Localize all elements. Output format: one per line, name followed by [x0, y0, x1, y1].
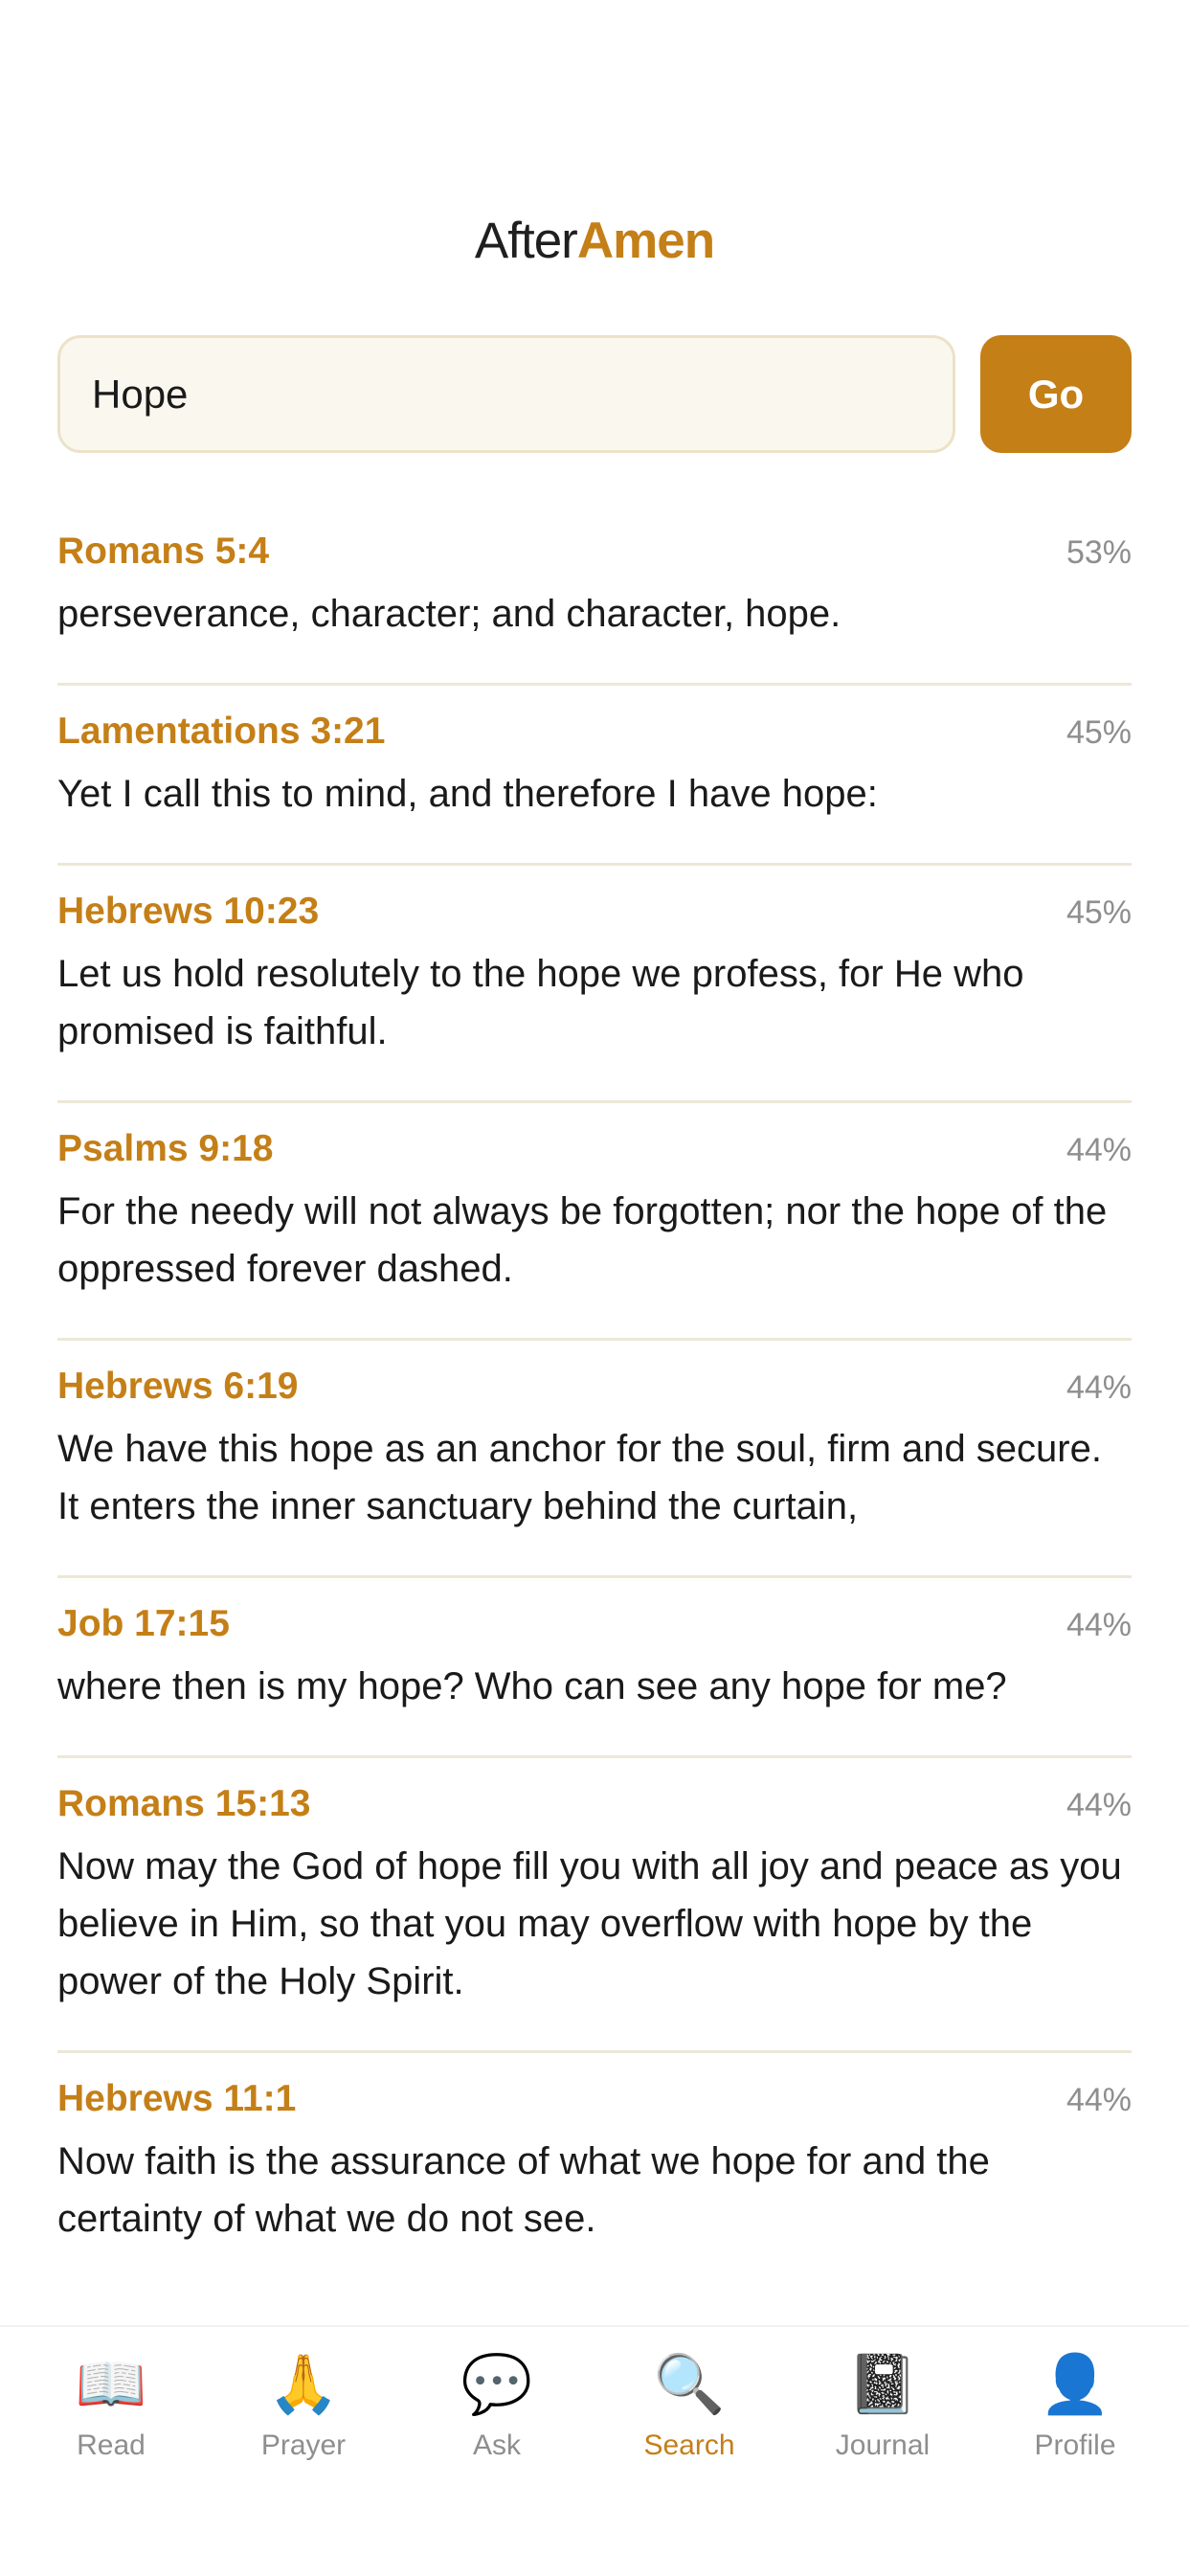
verse-text: Let us hold resolutely to the hope we pr…: [57, 953, 1024, 1052]
verse-text: where then is my hope? Who can see any h…: [57, 1665, 1007, 1707]
result-item[interactable]: Psalms 9:18 44% For the needy will not a…: [57, 1103, 1132, 1341]
match-score: 44%: [1066, 1787, 1132, 1823]
result-item[interactable]: Romans 15:13 44% Now may the God of hope…: [57, 1758, 1132, 2053]
app-logo: AfterAmen: [0, 213, 1189, 270]
result-item[interactable]: Lamentations 3:21 45% Yet I call this to…: [57, 686, 1132, 866]
speech-bubble-icon: 💬: [460, 2352, 533, 2416]
brand-amen-text: Amen: [576, 213, 715, 269]
match-score: 44%: [1066, 1369, 1132, 1406]
result-item[interactable]: Romans 5:4 53% perseverance, character; …: [57, 506, 1132, 686]
verse-reference: Psalms 9:18: [57, 1128, 274, 1169]
tab-search[interactable]: 🔍 Search: [613, 2346, 766, 2465]
bottom-tab-bar: 📖 Read 🙏 Prayer 💬 Ask 🔍 Search 📓 Journal…: [0, 2325, 1189, 2576]
tab-label: Search: [643, 2429, 735, 2461]
open-book-icon: 📖: [75, 2352, 147, 2416]
verse-reference: Lamentations 3:21: [57, 711, 386, 752]
tab-label: Profile: [1034, 2429, 1116, 2461]
result-item[interactable]: Hebrews 6:19 44% We have this hope as an…: [57, 1341, 1132, 1578]
person-silhouette-icon: 👤: [1039, 2352, 1111, 2416]
tab-label: Journal: [835, 2429, 931, 2461]
verse-text: Yet I call this to mind, and therefore I…: [57, 773, 878, 815]
praying-hands-icon: 🙏: [267, 2352, 340, 2416]
verse-reference: Hebrews 10:23: [57, 891, 320, 932]
tab-label: Read: [77, 2429, 146, 2461]
match-score: 44%: [1066, 1132, 1132, 1168]
result-item[interactable]: Hebrews 11:1 44% Now faith is the assura…: [57, 2053, 1132, 2282]
brand-after-text: After: [474, 213, 578, 269]
magnifying-glass-icon: 🔍: [653, 2352, 726, 2416]
verse-reference: Hebrews 6:19: [57, 1366, 299, 1407]
notebook-icon: 📓: [846, 2352, 919, 2416]
match-score: 45%: [1066, 714, 1132, 751]
search-bar: Go: [57, 335, 1132, 453]
verse-text: Now may the God of hope fill you with al…: [57, 1845, 1122, 2002]
verse-reference: Hebrews 11:1: [57, 2078, 297, 2119]
match-score: 44%: [1066, 1607, 1132, 1643]
match-score: 45%: [1066, 894, 1132, 931]
verse-text: For the needy will not always be forgott…: [57, 1190, 1108, 1290]
search-input[interactable]: [57, 335, 955, 453]
verse-text: perseverance, character; and character, …: [57, 593, 841, 635]
tab-prayer[interactable]: 🙏 Prayer: [227, 2346, 380, 2465]
tab-journal[interactable]: 📓 Journal: [806, 2346, 959, 2465]
result-item[interactable]: Job 17:15 44% where then is my hope? Who…: [57, 1578, 1132, 1758]
tab-read[interactable]: 📖 Read: [34, 2346, 188, 2465]
verse-reference: Romans 15:13: [57, 1783, 311, 1824]
tab-label: Prayer: [260, 2429, 347, 2461]
verse-reference: Job 17:15: [57, 1603, 230, 1644]
tab-ask[interactable]: 💬 Ask: [420, 2346, 573, 2465]
tab-profile[interactable]: 👤 Profile: [998, 2346, 1152, 2465]
search-results-list[interactable]: Romans 5:4 53% perseverance, character; …: [57, 506, 1132, 2282]
match-score: 53%: [1066, 534, 1132, 571]
go-button[interactable]: Go: [980, 335, 1132, 453]
tab-label: Ask: [472, 2429, 521, 2461]
result-item[interactable]: Hebrews 10:23 45% Let us hold resolutely…: [57, 866, 1132, 1103]
verse-text: Now faith is the assurance of what we ho…: [57, 2140, 990, 2240]
verse-reference: Romans 5:4: [57, 531, 270, 572]
match-score: 44%: [1066, 2082, 1132, 2118]
verse-text: We have this hope as an anchor for the s…: [57, 1428, 1102, 1527]
